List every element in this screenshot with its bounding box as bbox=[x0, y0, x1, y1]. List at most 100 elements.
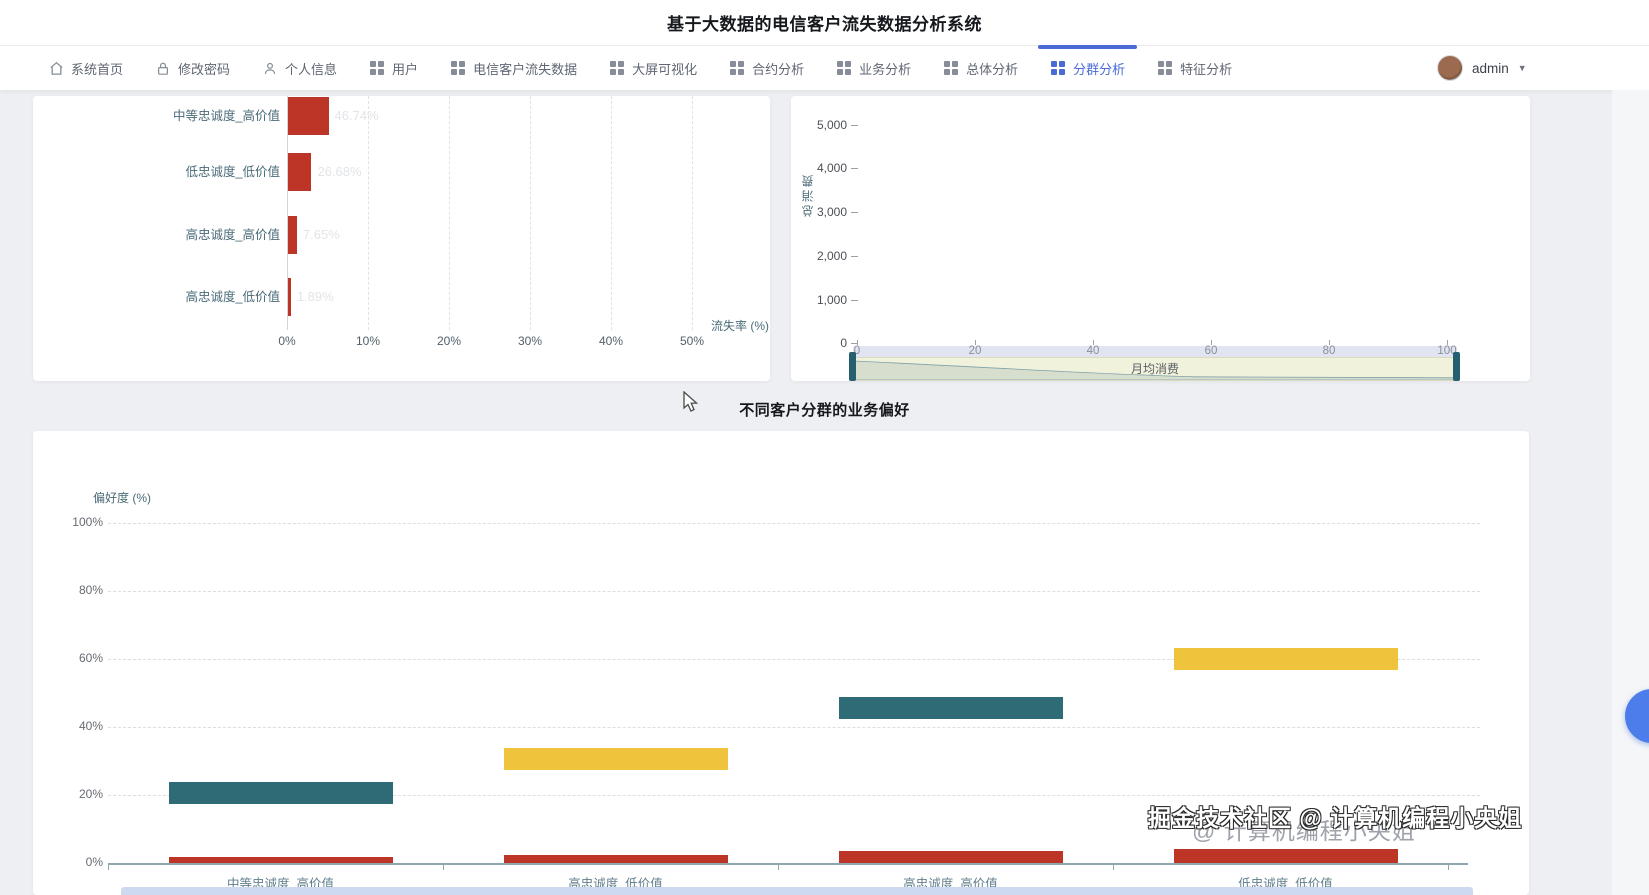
category-label: 高忠诚度_高价值 bbox=[185, 228, 280, 242]
x-tick-mark bbox=[443, 865, 444, 870]
gridline bbox=[108, 591, 1480, 592]
y-tick-mark bbox=[851, 168, 858, 169]
segment-bar bbox=[168, 782, 393, 805]
category-label: 高忠诚度_低价值 bbox=[185, 290, 280, 304]
nav-item-label: 大屏可视化 bbox=[632, 61, 698, 77]
apps-icon bbox=[729, 60, 745, 76]
nav-item-label: 特征分析 bbox=[1180, 61, 1233, 77]
nav-item-label: 电信客户流失数据 bbox=[473, 61, 578, 77]
datazoom-track[interactable] bbox=[853, 346, 1457, 357]
home-icon bbox=[48, 60, 64, 76]
y-tick-label: 4,000 bbox=[816, 161, 847, 175]
segment-bar bbox=[503, 748, 728, 771]
gridline bbox=[611, 96, 612, 330]
nav-item-contract-analysis[interactable]: 合约分析 bbox=[729, 46, 804, 90]
datazoom-label: 月均消费 bbox=[1130, 362, 1179, 376]
mouse-cursor-icon bbox=[683, 390, 701, 418]
section-title: 不同客户分群的业务偏好 bbox=[739, 402, 910, 419]
x-tick-mark bbox=[1448, 865, 1449, 870]
nav-item-label: 业务分析 bbox=[859, 61, 912, 77]
y-tick-mark bbox=[851, 256, 858, 257]
gridline bbox=[108, 523, 1480, 524]
x-tick-label: 0% bbox=[278, 334, 296, 348]
nav-item-profile[interactable]: 个人信息 bbox=[262, 46, 337, 90]
gridline bbox=[449, 96, 450, 330]
x-axis-line bbox=[108, 863, 1468, 865]
nav-item-label: 总体分析 bbox=[966, 61, 1019, 77]
baseline-bar bbox=[168, 856, 393, 863]
x-tick-label: 80 bbox=[1322, 345, 1336, 357]
apps-icon bbox=[836, 60, 852, 76]
datazoom-strip[interactable] bbox=[121, 887, 1473, 895]
bar-value-label: 1.89% bbox=[296, 289, 334, 304]
nav-item-label: 分群分析 bbox=[1073, 61, 1126, 77]
nav-item-overall-analysis[interactable]: 总体分析 bbox=[943, 46, 1018, 90]
y-tick-label: 3,000 bbox=[816, 205, 847, 219]
apps-icon bbox=[1157, 60, 1173, 76]
scrollbar-track[interactable] bbox=[1612, 90, 1649, 895]
navbar: 系统首页 修改密码 个人信息 用户 电信客户流失数据 大屏可视化 合约分析 业务分析 总体分析 分… bbox=[0, 45, 1649, 90]
chevron-down-icon: ▼ bbox=[1517, 63, 1527, 73]
x-tick-label: 40% bbox=[598, 334, 624, 348]
x-tick-mark bbox=[108, 865, 109, 870]
nav-item-label: 用户 bbox=[392, 61, 419, 77]
bar-value-label: 7.65% bbox=[302, 227, 340, 242]
segment-bar bbox=[1173, 647, 1398, 671]
watermark-front: 掘金技术社区 @ 计算机编程小央姐 bbox=[1148, 805, 1523, 831]
nav-item-label: 个人信息 bbox=[285, 61, 338, 77]
bar-value-label: 26.68% bbox=[317, 164, 362, 179]
x-tick-label: 0 bbox=[853, 345, 861, 357]
x-tick-label: 20% bbox=[436, 334, 462, 348]
y-tick-label: 2,000 bbox=[816, 249, 847, 263]
user-menu[interactable]: admin ▼ bbox=[1437, 46, 1527, 90]
x-tick-label: 60 bbox=[1204, 345, 1218, 357]
bar bbox=[288, 216, 297, 254]
x-tick-label: 40 bbox=[1086, 345, 1100, 357]
active-tab-indicator bbox=[1038, 45, 1138, 49]
y-tick-label: 0% bbox=[85, 855, 103, 869]
x-axis-name: 流失率 (%) bbox=[711, 319, 769, 333]
churn-rate-card: 0% 10% 20% 30% 40% 50% 中等忠诚度_高价值 46.74% 低忠诚度_低价值… bbox=[33, 96, 770, 381]
category-label: 中等忠诚度_高价值 bbox=[173, 109, 280, 123]
y-tick-mark bbox=[851, 300, 858, 301]
nav-item-telecom-churn-data[interactable]: 电信客户流失数据 bbox=[450, 46, 577, 90]
nav-item-cluster-analysis[interactable]: 分群分析 bbox=[1038, 45, 1138, 90]
apps-icon bbox=[369, 60, 385, 76]
x-tick-label: 50% bbox=[679, 334, 705, 348]
y-tick-label: 80% bbox=[78, 583, 103, 597]
bar bbox=[288, 278, 291, 316]
nav-item-feature-analysis[interactable]: 特征分析 bbox=[1157, 46, 1232, 90]
page-title: 基于大数据的电信客户流失数据分析系统 bbox=[667, 15, 982, 34]
bar-value-label: 46.74% bbox=[334, 108, 379, 123]
x-tick-label: 10% bbox=[355, 334, 381, 348]
baseline-bar bbox=[1173, 849, 1398, 863]
consumption-scatter-card: 总消费 5,000 4,000 3,000 2,000 1,000 0 0 20 40 60 80 10… bbox=[791, 96, 1530, 381]
y-tick-label: 60% bbox=[78, 651, 103, 665]
bar bbox=[288, 153, 312, 191]
y-tick-mark bbox=[851, 125, 858, 126]
nav-item-users[interactable]: 用户 bbox=[369, 46, 418, 90]
user-icon bbox=[262, 60, 278, 76]
nav-item-label: 系统首页 bbox=[71, 61, 124, 77]
nav-item-label: 修改密码 bbox=[178, 61, 231, 77]
gridline bbox=[530, 96, 531, 330]
nav-item-home[interactable]: 系统首页 bbox=[48, 46, 123, 90]
churn-rate-chart: 0% 10% 20% 30% 40% 50% 中等忠诚度_高价值 46.74% 低忠诚度_低价值… bbox=[33, 96, 770, 381]
nav-item-big-screen[interactable]: 大屏可视化 bbox=[609, 46, 697, 90]
y-tick-label: 5,000 bbox=[816, 118, 847, 132]
x-tick-mark bbox=[1113, 865, 1114, 870]
nav-item-change-password[interactable]: 修改密码 bbox=[155, 46, 230, 90]
y-axis-name: 偏好度 (%) bbox=[93, 491, 151, 505]
bar bbox=[288, 97, 329, 135]
apps-icon bbox=[943, 60, 959, 76]
user-name: admin bbox=[1472, 60, 1509, 76]
datazoom-handle-left[interactable] bbox=[849, 352, 856, 381]
nav-item-business-analysis[interactable]: 业务分析 bbox=[836, 46, 911, 90]
baseline-bar bbox=[503, 854, 728, 863]
gridline bbox=[108, 727, 1480, 728]
y-tick-label: 40% bbox=[78, 719, 103, 733]
datazoom-handle-right[interactable] bbox=[1453, 352, 1460, 381]
apps-icon bbox=[450, 60, 466, 76]
x-tick-mark bbox=[778, 865, 779, 870]
avatar[interactable] bbox=[1437, 55, 1463, 81]
